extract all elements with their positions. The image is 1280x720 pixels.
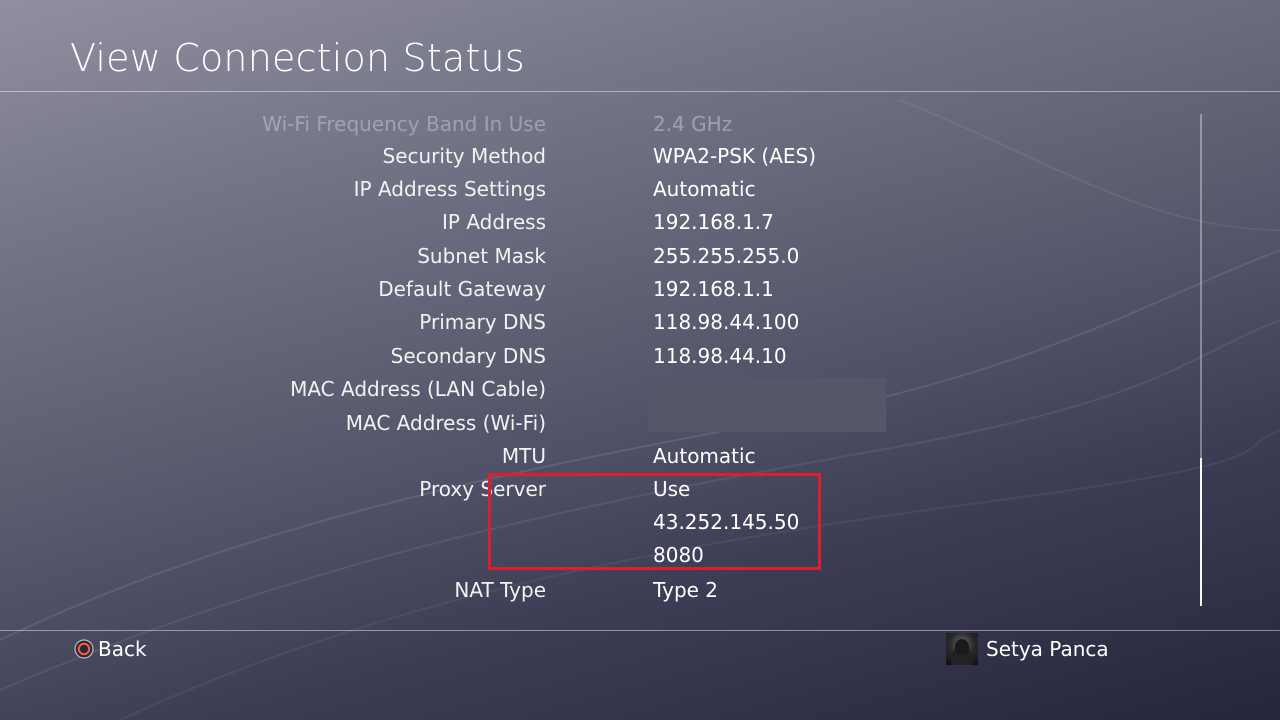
info-row-primary-dns: Primary DNS 118.98.44.100 [0,306,1200,339]
info-value: Type 2 [653,578,719,602]
info-label: Primary DNS [419,310,546,334]
redacted-mac-addresses [648,378,886,432]
info-label: Security Method [382,144,547,168]
info-row-mac-lan: MAC Address (LAN Cable) [0,373,1200,406]
info-value: Automatic [653,177,756,201]
info-row-security-method: Security Method WPA2-PSK (AES) [0,140,1200,173]
footer-divider [0,630,1280,631]
back-label: Back [98,637,147,661]
info-value: WPA2-PSK (AES) [653,144,817,168]
back-button[interactable]: Back [74,636,147,662]
avatar [946,633,978,665]
info-label: Secondary DNS [390,344,546,368]
circle-button-icon [74,639,94,659]
info-label: NAT Type [454,578,546,602]
info-value: 118.98.44.100 [653,310,800,334]
info-row-subnet-mask: Subnet Mask 255.255.255.0 [0,240,1200,273]
info-label: IP Address [442,210,546,234]
info-value: 192.168.1.1 [653,277,774,301]
user-name: Setya Panca [986,637,1109,661]
info-value: Automatic [653,444,756,468]
info-label: IP Address Settings [353,177,546,201]
info-label: MAC Address (Wi-Fi) [345,411,546,435]
scrollbar-thumb[interactable] [1200,458,1202,606]
info-value: 118.98.44.10 [653,344,787,368]
info-row-nat-type: NAT Type Type 2 [0,574,1200,607]
info-row-secondary-dns: Secondary DNS 118.98.44.10 [0,340,1200,373]
info-label: MAC Address (LAN Cable) [290,377,546,401]
info-label: Default Gateway [378,277,546,301]
info-label: MTU [501,444,546,468]
info-row-ip-settings: IP Address Settings Automatic [0,173,1200,206]
scrollbar[interactable] [1200,114,1202,606]
info-row-mac-wifi: MAC Address (Wi-Fi) [0,407,1200,440]
info-value: 255.255.255.0 [653,244,800,268]
info-row-mtu: MTU Automatic [0,440,1200,473]
info-value: 192.168.1.7 [653,210,774,234]
info-label: Wi-Fi Frequency Band In Use [262,112,546,136]
page-title: View Connection Status [70,36,525,80]
info-row-wifi-band: Wi-Fi Frequency Band In Use 2.4 GHz [0,108,1200,141]
info-value: 2.4 GHz [653,112,733,136]
info-label: Subnet Mask [417,244,546,268]
info-row-default-gateway: Default Gateway 192.168.1.1 [0,273,1200,306]
user-profile: Setya Panca [946,633,1109,665]
info-row-ip-address: IP Address 192.168.1.7 [0,206,1200,239]
proxy-highlight-box [488,473,821,570]
